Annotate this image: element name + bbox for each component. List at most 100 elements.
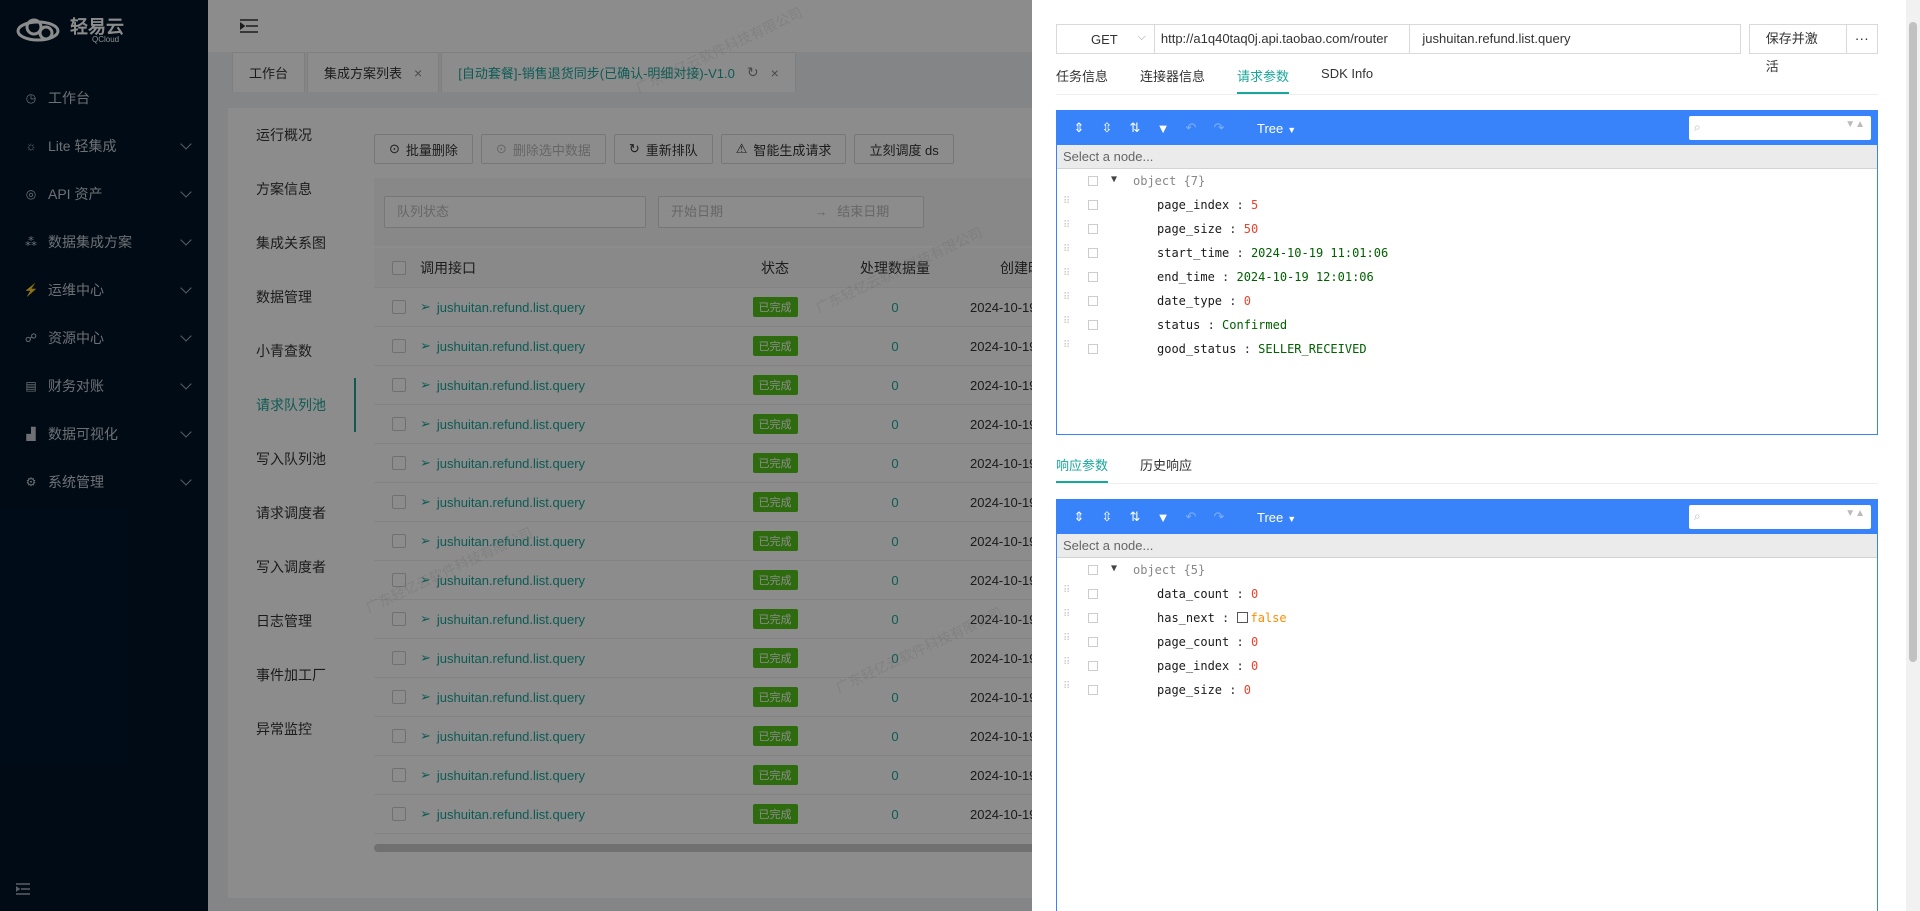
node-checkbox[interactable] — [1088, 344, 1098, 354]
node-checkbox[interactable] — [1088, 200, 1098, 210]
sort-icon[interactable]: ⇅ — [1127, 120, 1143, 136]
node-checkbox[interactable] — [1088, 320, 1098, 330]
drawer-tab-1[interactable]: 连接器信息 — [1140, 66, 1205, 94]
drag-handle-icon[interactable]: ⠿ — [1063, 341, 1071, 355]
field-key[interactable]: end_time — [1157, 270, 1215, 284]
search-nav-icon[interactable]: ▼▲ — [1845, 119, 1865, 130]
node-checkbox[interactable] — [1088, 589, 1098, 599]
tree-field-node[interactable]: ⠿ start_time : 2024-10-19 11:01:06 — [1057, 241, 1877, 265]
undo-icon[interactable]: ↶ — [1183, 509, 1199, 525]
save-activate-button[interactable]: 保存并激活 — [1748, 24, 1847, 74]
drag-handle-icon[interactable]: ⠿ — [1063, 682, 1071, 696]
drawer-tab-2[interactable]: 请求参数 — [1237, 66, 1290, 94]
expand-triangle-icon[interactable]: ▼ — [1111, 174, 1117, 185]
url-input[interactable]: http://a1q40taq0j.api.taobao.com/router — [1154, 24, 1411, 54]
node-checkbox[interactable] — [1088, 248, 1098, 258]
field-value[interactable]: 2024-10-19 11:01:06 — [1251, 246, 1388, 260]
redo-icon[interactable]: ↷ — [1211, 509, 1227, 525]
field-value[interactable]: Confirmed — [1222, 318, 1287, 332]
boolean-checkbox[interactable] — [1237, 612, 1249, 623]
node-path-selector[interactable]: Select a node... — [1057, 534, 1877, 558]
field-key[interactable]: date_type — [1157, 294, 1222, 308]
drag-handle-icon[interactable]: ⠿ — [1063, 293, 1071, 307]
node-checkbox[interactable] — [1088, 637, 1098, 647]
undo-icon[interactable]: ↶ — [1183, 120, 1199, 136]
field-key[interactable]: good_status — [1157, 342, 1236, 356]
node-checkbox[interactable] — [1088, 685, 1098, 695]
drag-handle-icon[interactable]: ⠿ — [1063, 610, 1071, 624]
field-key[interactable]: page_index — [1157, 659, 1229, 673]
editor-mode-select[interactable]: Tree ▼ — [1257, 510, 1296, 525]
drag-handle-icon[interactable]: ⠿ — [1063, 245, 1071, 259]
sort-icon[interactable]: ⇅ — [1127, 509, 1143, 525]
drag-handle-icon[interactable]: ⠿ — [1063, 658, 1071, 672]
drawer-tab-0[interactable]: 任务信息 — [1056, 66, 1108, 94]
drawer-scrollbar[interactable] — [1906, 0, 1920, 911]
scrollbar-thumb[interactable] — [1909, 22, 1917, 662]
drag-handle-icon[interactable]: ⠿ — [1063, 269, 1071, 283]
field-value[interactable]: 0 — [1251, 635, 1258, 649]
collapse-all-icon[interactable]: ⇳ — [1099, 509, 1115, 525]
drag-handle-icon[interactable]: ⠿ — [1063, 634, 1071, 648]
expand-all-icon[interactable]: ⇕ — [1071, 120, 1087, 136]
node-checkbox[interactable] — [1088, 613, 1098, 623]
drag-handle-icon[interactable]: ⠿ — [1063, 221, 1071, 235]
modal-overlay[interactable] — [0, 0, 1032, 911]
field-value[interactable]: 5 — [1251, 198, 1258, 212]
node-checkbox[interactable] — [1088, 296, 1098, 306]
field-value[interactable]: 0 — [1244, 294, 1251, 308]
editor-mode-select[interactable]: Tree ▼ — [1257, 121, 1296, 136]
field-key[interactable]: status — [1157, 318, 1200, 332]
search-nav-icon[interactable]: ▼▲ — [1845, 508, 1865, 519]
tree-field-node[interactable]: ⠿ page_count : 0 — [1057, 630, 1877, 654]
method-select[interactable]: GET ⌵ — [1056, 24, 1155, 54]
tree-field-node[interactable]: ⠿ status : Confirmed — [1057, 313, 1877, 337]
field-value[interactable]: 50 — [1244, 222, 1258, 236]
field-key[interactable]: page_count — [1157, 635, 1229, 649]
drag-handle-icon[interactable]: ⠿ — [1063, 586, 1071, 600]
field-value[interactable]: 0 — [1251, 659, 1258, 673]
response-tab-0[interactable]: 响应参数 — [1056, 455, 1109, 483]
tree-field-node[interactable]: ⠿ page_index : 0 — [1057, 654, 1877, 678]
field-value[interactable]: 0 — [1251, 587, 1258, 601]
editor-search-input[interactable]: ⌕ ▼▲ — [1689, 505, 1871, 529]
tree-field-node[interactable]: ⠿ date_type : 0 — [1057, 289, 1877, 313]
node-path-selector[interactable]: Select a node... — [1057, 145, 1877, 169]
field-value[interactable]: 2024-10-19 12:01:06 — [1236, 270, 1373, 284]
field-key[interactable]: page_size — [1157, 222, 1222, 236]
field-value[interactable]: 0 — [1244, 683, 1251, 697]
drag-handle-icon[interactable]: ⠿ — [1063, 317, 1071, 331]
tree-field-node[interactable]: ⠿ data_count : 0 — [1057, 582, 1877, 606]
tree-field-node[interactable]: ⠿ good_status : SELLER_RECEIVED — [1057, 337, 1877, 361]
filter-icon[interactable]: ▼ — [1155, 120, 1171, 136]
response-tab-1[interactable]: 历史响应 — [1140, 455, 1192, 483]
field-value[interactable]: SELLER_RECEIVED — [1258, 342, 1366, 356]
field-key[interactable]: page_size — [1157, 683, 1222, 697]
tree-field-node[interactable]: ⠿ end_time : 2024-10-19 12:01:06 — [1057, 265, 1877, 289]
tree-field-node[interactable]: ⠿ page_size : 50 — [1057, 217, 1877, 241]
editor-search-input[interactable]: ⌕ ▼▲ — [1689, 116, 1871, 140]
field-key[interactable]: start_time — [1157, 246, 1229, 260]
tree-field-node[interactable]: ⠿ has_next : false — [1057, 606, 1877, 630]
tree-field-node[interactable]: ⠿ page_index : 5 — [1057, 193, 1877, 217]
node-checkbox[interactable] — [1088, 272, 1098, 282]
field-key[interactable]: has_next — [1157, 611, 1215, 625]
node-checkbox[interactable] — [1088, 224, 1098, 234]
tree-root-node[interactable]: ▼ object {7} — [1057, 169, 1877, 193]
drag-handle-icon[interactable]: ⠿ — [1063, 197, 1071, 211]
node-checkbox[interactable] — [1088, 661, 1098, 671]
node-checkbox[interactable] — [1088, 565, 1098, 575]
field-key[interactable]: page_index — [1157, 198, 1229, 212]
api-name-input[interactable]: jushuitan.refund.list.query — [1410, 24, 1741, 54]
expand-triangle-icon[interactable]: ▼ — [1111, 563, 1117, 574]
filter-icon[interactable]: ▼ — [1155, 509, 1171, 525]
tree-root-node[interactable]: ▼ object {5} — [1057, 558, 1877, 582]
field-key[interactable]: data_count — [1157, 587, 1229, 601]
tree-field-node[interactable]: ⠿ page_size : 0 — [1057, 678, 1877, 702]
node-checkbox[interactable] — [1088, 176, 1098, 186]
collapse-all-icon[interactable]: ⇳ — [1099, 120, 1115, 136]
field-value[interactable]: false — [1250, 611, 1286, 625]
drawer-tab-3[interactable]: SDK Info — [1321, 66, 1373, 94]
expand-all-icon[interactable]: ⇕ — [1071, 509, 1087, 525]
redo-icon[interactable]: ↷ — [1211, 120, 1227, 136]
